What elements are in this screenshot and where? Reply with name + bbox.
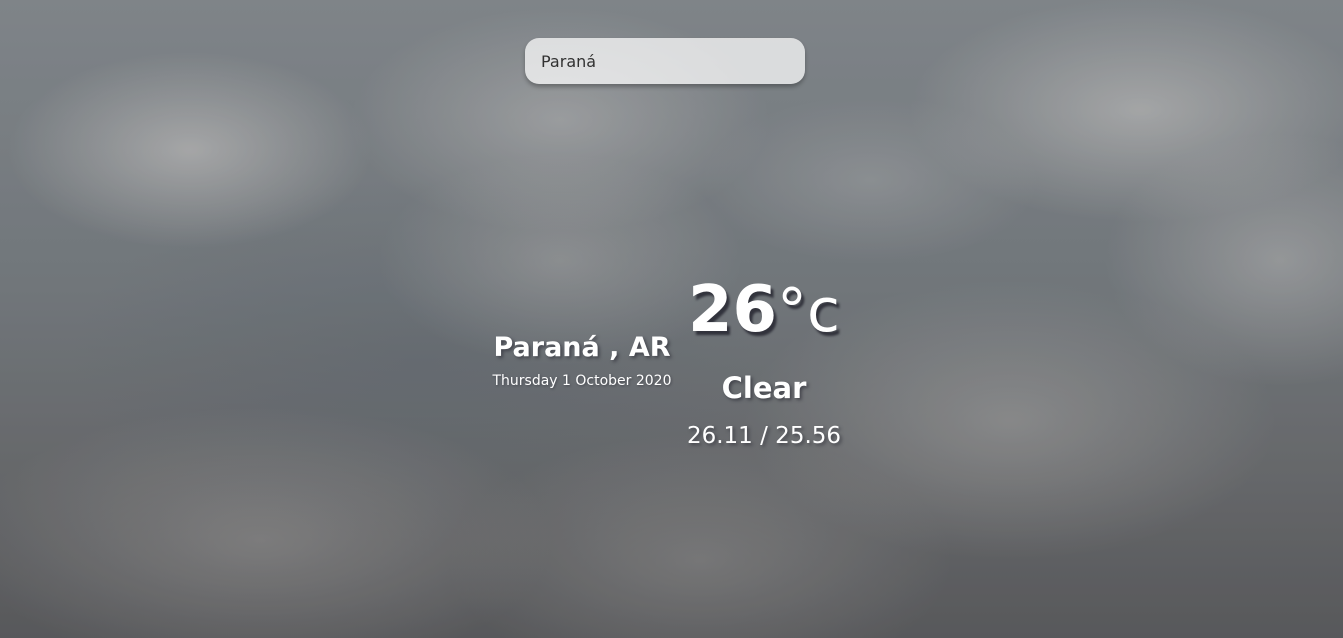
temperature: 26°c <box>664 270 864 351</box>
location-box: Paraná , AR Thursday 1 October 2020 <box>472 332 692 389</box>
date: Thursday 1 October 2020 <box>492 373 672 389</box>
temperature-unit: °c <box>777 276 841 346</box>
max-min-temperature: 26.11 / 25.56 <box>686 423 842 449</box>
temperature-value: 26 <box>687 273 778 347</box>
weather-box: 26°c Clear 26.11 / 25.56 <box>664 270 864 449</box>
weather-condition: Clear <box>721 371 807 405</box>
search-box <box>525 38 805 84</box>
search-input[interactable] <box>525 38 805 84</box>
location-separator: , <box>599 332 629 363</box>
city-name: Paraná <box>493 332 600 363</box>
location: Paraná , AR <box>472 332 692 363</box>
